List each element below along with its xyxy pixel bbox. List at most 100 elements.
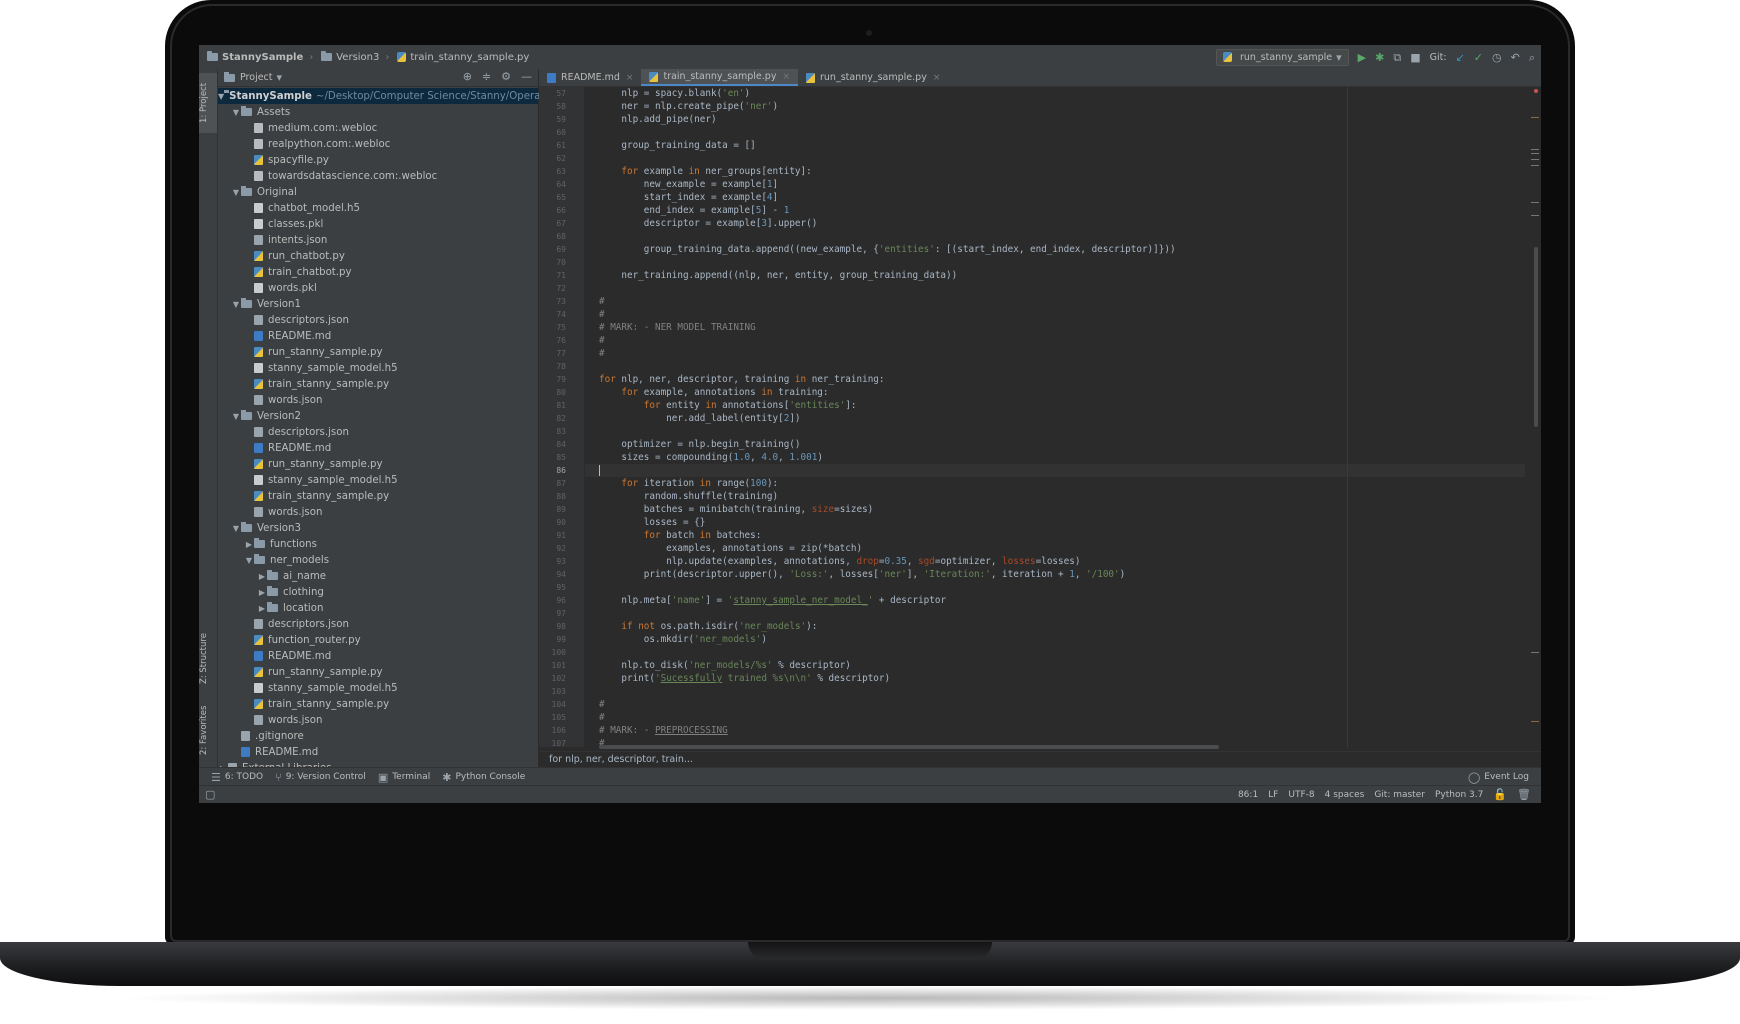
tree-file[interactable]: README.md [218,648,538,664]
tree-file[interactable]: run_stanny_sample.py [218,344,538,360]
code-line[interactable]: batches = minibatch(training, size=sizes… [585,503,1525,516]
tree-file[interactable]: run_stanny_sample.py [218,456,538,472]
code-line[interactable]: end_index = example[5] - 1 [585,204,1525,217]
tree-folder[interactable]: ▼ Version3 [218,520,538,536]
line-number[interactable]: 93 [539,555,584,568]
tree-file[interactable]: realpython.com:.webloc [218,136,538,152]
code-line[interactable]: if not os.path.isdir('ner_models'): [585,620,1525,633]
tree-file[interactable]: train_chatbot.py [218,264,538,280]
close-icon[interactable]: × [626,73,634,83]
breadcrumb-file[interactable]: train_stanny_sample.py [397,52,529,63]
locate-icon[interactable]: ⊕ [463,71,472,82]
tree-file[interactable]: README.md [218,440,538,456]
tree-file[interactable]: stanny_sample_model.h5 [218,360,538,376]
python-interpreter[interactable]: Python 3.7 [1435,790,1483,800]
line-number[interactable]: 62 [539,152,584,165]
hide-icon[interactable]: — [521,71,532,82]
tree-file[interactable]: run_chatbot.py [218,248,538,264]
code-line[interactable]: for batch in batches: [585,529,1525,542]
tab-run-stanny-sample[interactable]: run_stanny_sample.py × [798,69,948,86]
code-line[interactable] [585,360,1525,373]
code-line[interactable]: print('Sucessfully trained %s\n\n' % des… [585,672,1525,685]
tree-file[interactable]: words.json [218,504,538,520]
collapsed-arrow-icon[interactable]: ▶ [257,604,267,613]
vertical-scrollbar[interactable] [1531,87,1541,747]
stripe-marker[interactable] [1531,159,1539,160]
line-number[interactable]: 106 [539,724,584,737]
line-number[interactable]: 89 [539,503,584,516]
line-number[interactable]: 92 [539,542,584,555]
tree-folder[interactable]: ▶ clothing [218,584,538,600]
tree-folder[interactable]: ▶ functions [218,536,538,552]
line-number[interactable]: 57 [539,87,584,100]
code-line[interactable]: ner = nlp.create_pipe('ner') [585,100,1525,113]
stripe-marker[interactable] [1531,117,1539,118]
code-line[interactable]: start_index = example[4] [585,191,1525,204]
code-line[interactable]: # [585,711,1525,724]
expand-arrow-icon[interactable]: ▼ [231,412,241,421]
code-line[interactable]: group_training_data = [] [585,139,1525,152]
tree-file[interactable]: train_stanny_sample.py [218,696,538,712]
line-number[interactable]: 107 [539,737,584,750]
line-number[interactable]: 78 [539,360,584,373]
tree-folder[interactable]: ▶ ai_name [218,568,538,584]
git-commit-icon[interactable]: ✓ [1474,52,1483,63]
tree-folder[interactable]: ▶ location [218,600,538,616]
error-stripe-marker[interactable] [1534,89,1538,93]
code-line[interactable]: for example, annotations in training: [585,386,1525,399]
code-line[interactable]: for nlp, ner, descriptor, training in ne… [585,373,1525,386]
code-line[interactable]: for iteration in range(100): [585,477,1525,490]
expand-arrow-icon[interactable]: ▼ [231,188,241,197]
line-number[interactable]: 72 [539,282,584,295]
line-number[interactable]: 70 [539,256,584,269]
toggle-tool-windows-icon[interactable]: ▢ [205,789,215,800]
line-number[interactable]: 83 [539,425,584,438]
code-line[interactable]: os.mkdir('ner_models') [585,633,1525,646]
line-number[interactable]: 102 [539,672,584,685]
expand-arrow-icon[interactable]: ▼ [244,556,254,565]
code-line[interactable]: random.shuffle(training) [585,490,1525,503]
line-number[interactable]: 71 [539,269,584,282]
line-number[interactable]: 87 [539,477,584,490]
event-log-button[interactable]: ◯ Event Log [1468,772,1529,783]
project-view-select[interactable]: Project [240,72,273,83]
stripe-marker[interactable] [1531,721,1539,722]
code-line[interactable]: nlp.update(examples, annotations, drop=0… [585,555,1525,568]
line-number[interactable]: 80 [539,386,584,399]
code-line[interactable]: # [585,334,1525,347]
code-line[interactable]: # MARK: - PREPROCESSING [585,724,1525,737]
line-number[interactable]: 67 [539,217,584,230]
code-line[interactable]: group_training_data.append((new_example,… [585,243,1525,256]
search-icon[interactable]: ⌕ [1529,52,1535,63]
close-icon[interactable]: × [933,73,941,83]
line-number[interactable]: 94 [539,568,584,581]
line-number[interactable]: 90 [539,516,584,529]
code-line[interactable]: nlp = spacy.blank('en') [585,87,1525,100]
collapsed-arrow-icon[interactable]: ▶ [257,588,267,597]
tree-file[interactable]: run_stanny_sample.py [218,664,538,680]
git-update-icon[interactable]: ↙ [1456,52,1465,63]
code-line[interactable]: examples, annotations = zip(*batch) [585,542,1525,555]
line-number[interactable]: 99 [539,633,584,646]
stripe-marker[interactable] [1531,165,1539,166]
python-console-button[interactable]: ✱ Python Console [442,772,525,783]
code-editor[interactable]: nlp = spacy.blank('en') ner = nlp.create… [585,87,1525,747]
line-number[interactable]: 105 [539,711,584,724]
code-line[interactable]: new_example = example[1] [585,178,1525,191]
indent-setting[interactable]: 4 spaces [1325,790,1365,800]
tree-file[interactable]: train_stanny_sample.py [218,376,538,392]
tree-folder[interactable]: ▼ Version2 [218,408,538,424]
line-number[interactable]: 66 [539,204,584,217]
code-line[interactable]: nlp.meta['name'] = 'stanny_sample_ner_mo… [585,594,1525,607]
tab-favorites[interactable]: 2: Favorites [199,699,217,761]
coverage-icon[interactable]: ⧉ [1393,52,1401,63]
code-line[interactable]: losses = {} [585,516,1525,529]
gear-icon[interactable]: ⚙ [501,71,511,82]
line-number[interactable]: 76 [539,334,584,347]
todo-button[interactable]: ☰ 6: TODO [211,772,263,783]
tree-file[interactable]: train_stanny_sample.py [218,488,538,504]
code-line[interactable] [585,464,1525,477]
code-line[interactable]: ner_training.append((nlp, ner, entity, g… [585,269,1525,282]
tree-file[interactable]: .gitignore [218,728,538,744]
line-number[interactable]: 100 [539,646,584,659]
